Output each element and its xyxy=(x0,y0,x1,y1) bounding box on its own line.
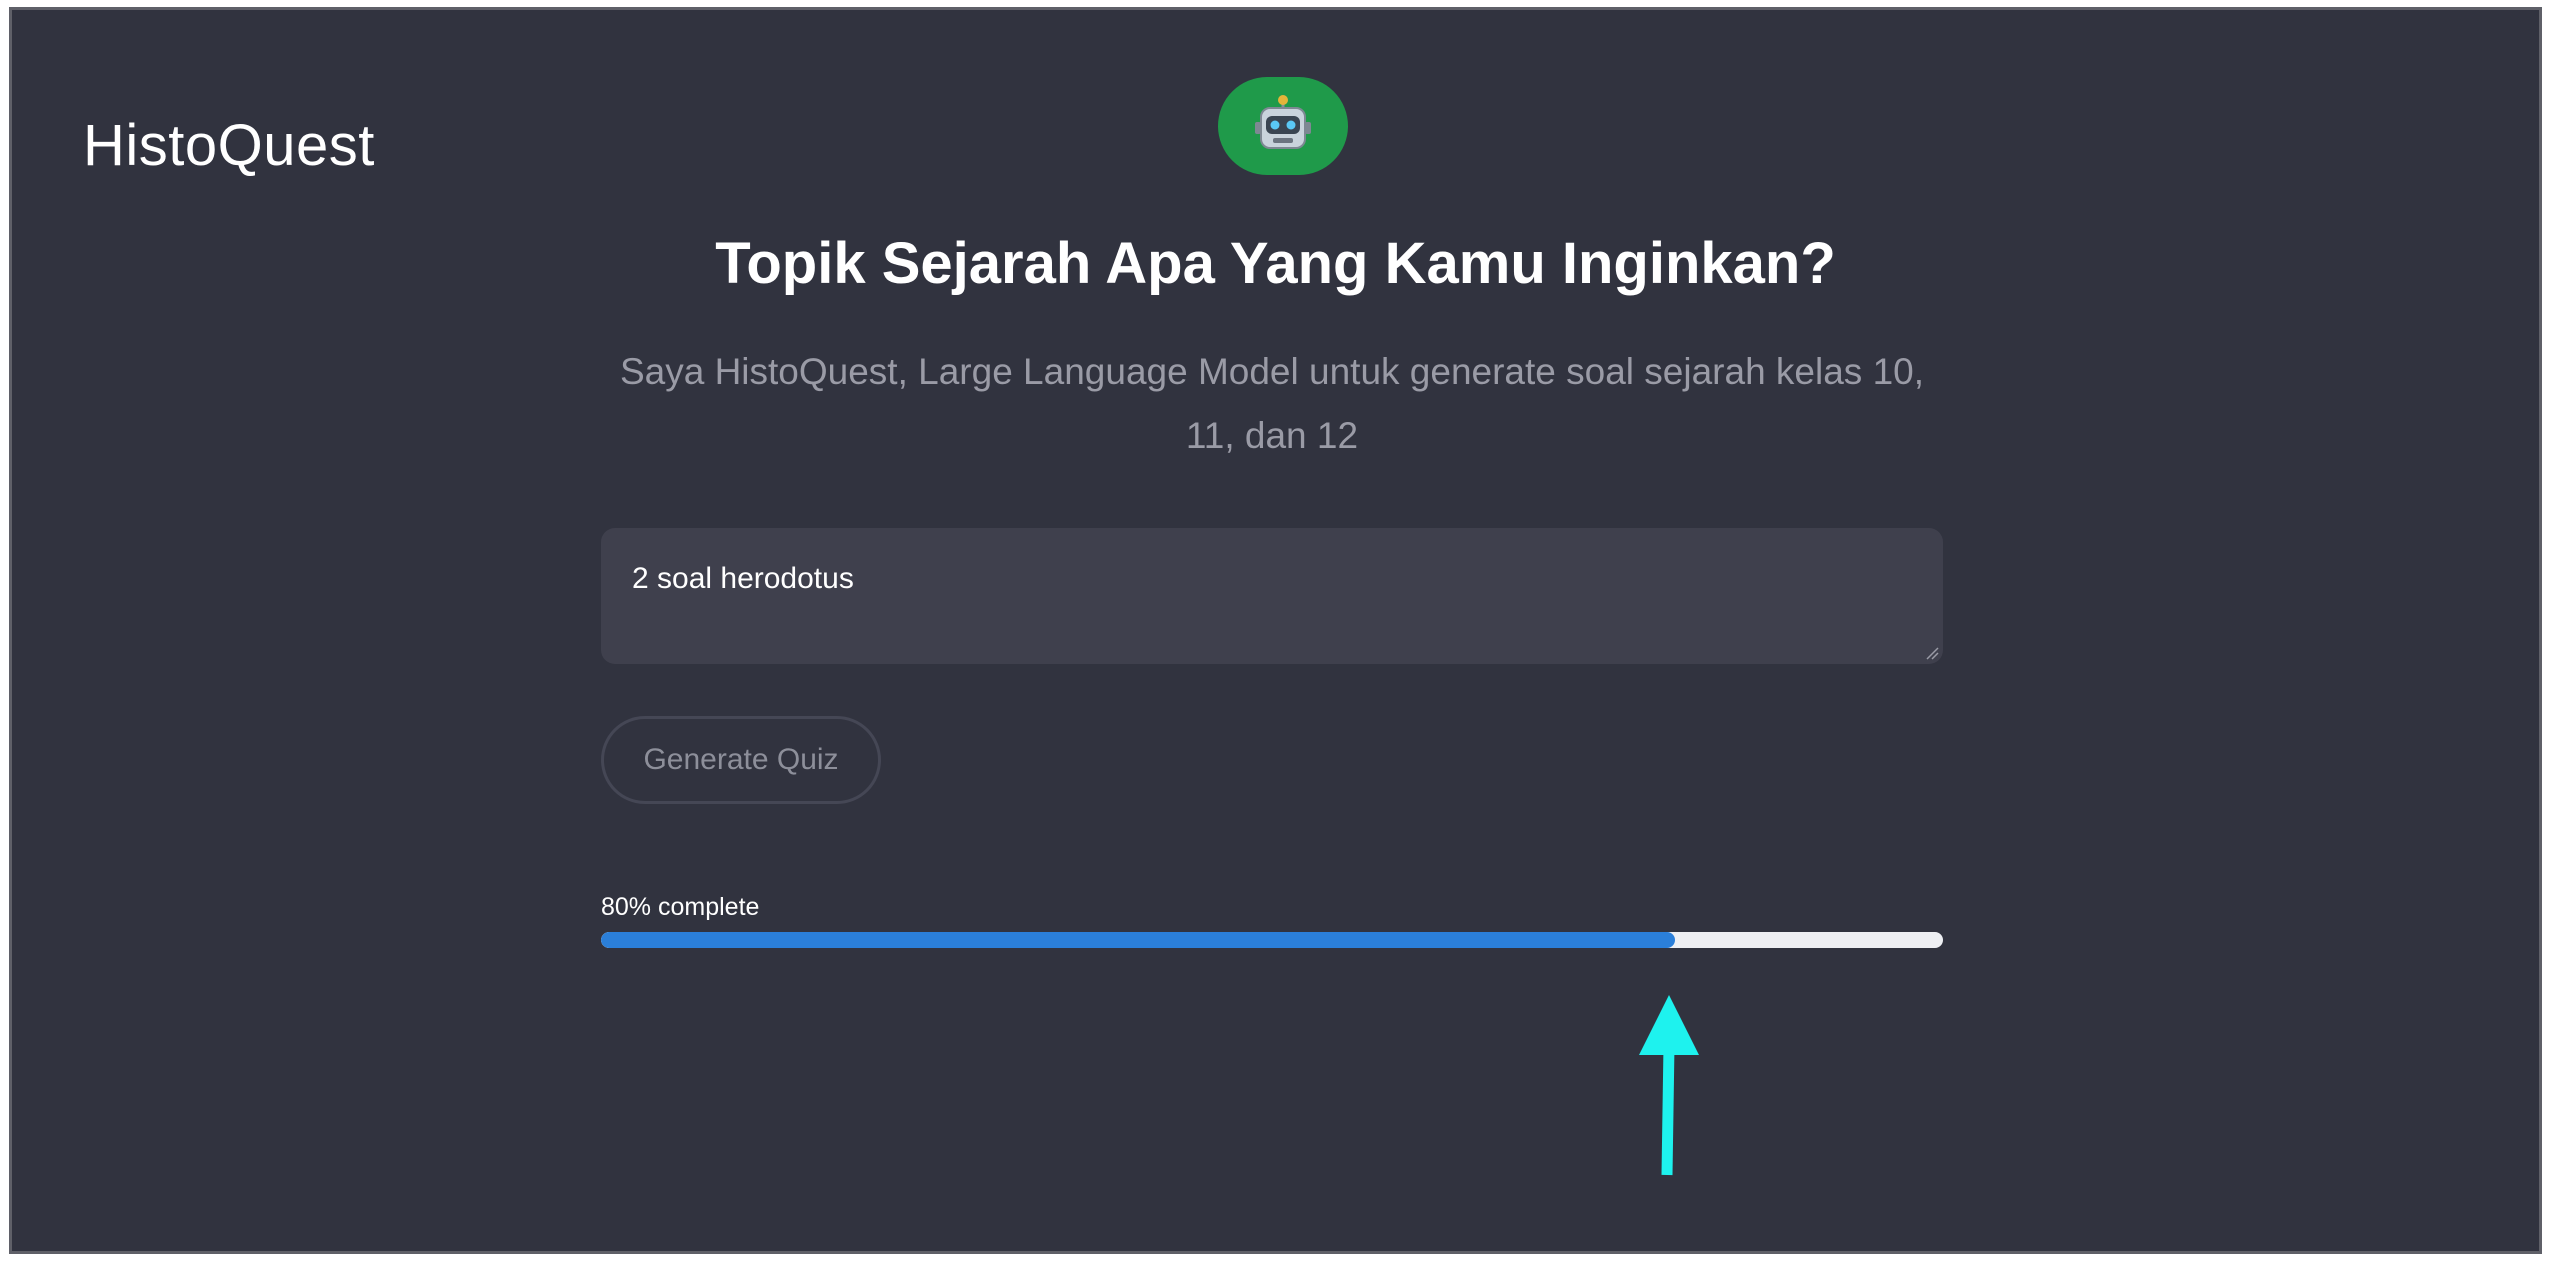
robot-face-icon xyxy=(1255,95,1311,149)
progress-label: 80% complete xyxy=(601,893,760,921)
topic-input[interactable]: 2 soal herodotus xyxy=(601,528,1943,664)
page-title: Topik Sejarah Apa Yang Kamu Inginkan? xyxy=(715,231,1836,296)
page-subtitle: Saya HistoQuest, Large Language Model un… xyxy=(619,351,1925,456)
resize-grip-icon[interactable] xyxy=(1925,646,1939,660)
bot-avatar xyxy=(1218,77,1348,175)
arrow-up-icon xyxy=(1639,995,1699,1176)
app-window: HistoQuest Topik Sejarah Apa Yang Kamu I… xyxy=(9,7,2542,1254)
progress-bar-fill xyxy=(601,932,1675,948)
brand-title: HistoQuest xyxy=(83,113,375,178)
generate-quiz-button[interactable]: Generate Quiz xyxy=(601,716,881,804)
progress-bar xyxy=(601,932,1943,948)
topic-input-value: 2 soal herodotus xyxy=(632,562,854,595)
